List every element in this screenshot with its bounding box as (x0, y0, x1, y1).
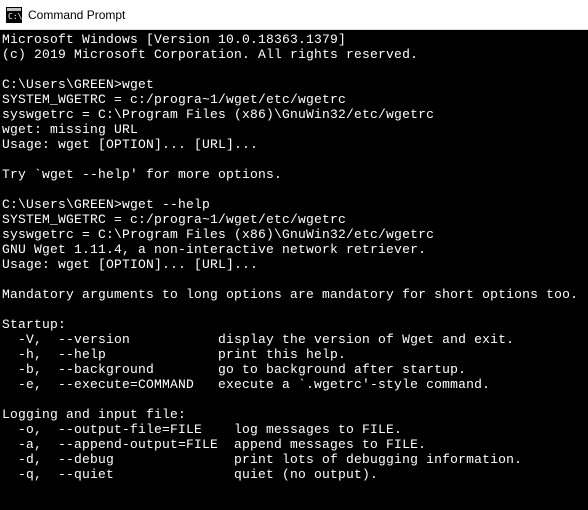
terminal-line: GNU Wget 1.11.4, a non-interactive netwo… (2, 242, 586, 257)
terminal-line: -h, --help print this help. (2, 347, 586, 362)
terminal-line: Usage: wget [OPTION]... [URL]... (2, 137, 586, 152)
terminal-line: -d, --debug print lots of debugging info… (2, 452, 586, 467)
terminal-line: Usage: wget [OPTION]... [URL]... (2, 257, 586, 272)
terminal-line: SYSTEM_WGETRC = c:/progra~1/wget/etc/wge… (2, 212, 586, 227)
terminal-output[interactable]: Microsoft Windows [Version 10.0.18363.13… (0, 30, 588, 510)
terminal-line (2, 152, 586, 167)
terminal-line: C:\Users\GREEN>wget (2, 77, 586, 92)
terminal-line: (c) 2019 Microsoft Corporation. All righ… (2, 47, 586, 62)
terminal-line: Try `wget --help' for more options. (2, 167, 586, 182)
terminal-line (2, 392, 586, 407)
window-title: Command Prompt (28, 8, 125, 22)
terminal-line: Startup: (2, 317, 586, 332)
terminal-line: C:\Users\GREEN>wget --help (2, 197, 586, 212)
terminal-line: syswgetrc = C:\Program Files (x86)\GnuWi… (2, 107, 586, 122)
terminal-line: Mandatory arguments to long options are … (2, 287, 586, 302)
terminal-line (2, 62, 586, 77)
terminal-line: -o, --output-file=FILE log messages to F… (2, 422, 586, 437)
window-titlebar[interactable]: C:\ Command Prompt (0, 0, 588, 30)
cmd-icon: C:\ (6, 7, 22, 23)
terminal-line: -q, --quiet quiet (no output). (2, 467, 586, 482)
terminal-line (2, 302, 586, 317)
terminal-line: SYSTEM_WGETRC = c:/progra~1/wget/etc/wge… (2, 92, 586, 107)
terminal-line: Microsoft Windows [Version 10.0.18363.13… (2, 32, 586, 47)
terminal-line: -e, --execute=COMMAND execute a `.wgetrc… (2, 377, 586, 392)
terminal-line: syswgetrc = C:\Program Files (x86)\GnuWi… (2, 227, 586, 242)
terminal-line (2, 272, 586, 287)
terminal-line: wget: missing URL (2, 122, 586, 137)
terminal-line (2, 182, 586, 197)
terminal-line: Logging and input file: (2, 407, 586, 422)
svg-text:C:\: C:\ (8, 12, 22, 21)
terminal-line: -a, --append-output=FILE append messages… (2, 437, 586, 452)
terminal-line: -b, --background go to background after … (2, 362, 586, 377)
terminal-line: -V, --version display the version of Wge… (2, 332, 586, 347)
